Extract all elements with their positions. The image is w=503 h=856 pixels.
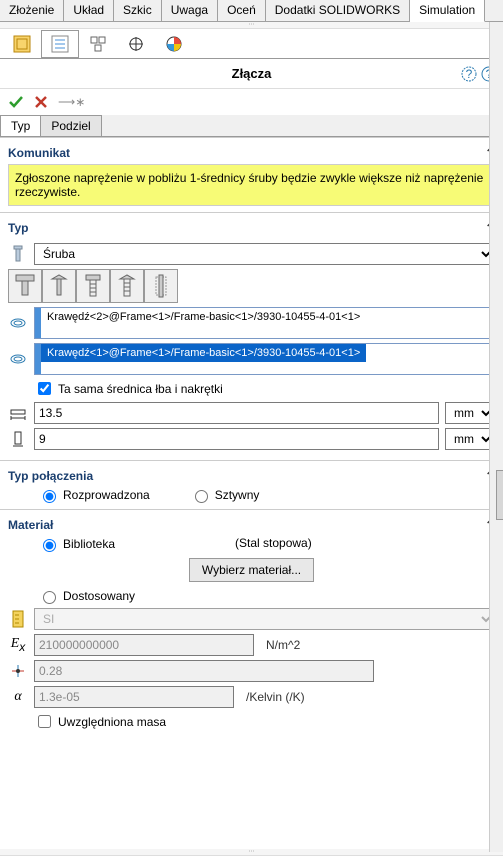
cancel-button[interactable] xyxy=(34,95,48,109)
alpha-symbol: α xyxy=(8,689,28,705)
svg-text:?: ? xyxy=(466,67,473,81)
tab-uklad[interactable]: Układ xyxy=(64,0,114,21)
tab-zlozenie[interactable]: Złożenie xyxy=(0,0,64,21)
feature-manager-icon[interactable] xyxy=(3,30,41,58)
alpha-input xyxy=(34,686,234,708)
units-icon xyxy=(8,610,28,628)
shank-diameter-input[interactable] xyxy=(34,428,439,450)
bolt-type-4[interactable] xyxy=(110,269,144,303)
content-scroll[interactable]: Komunikat ⌃ Zgłoszone naprężenie w pobli… xyxy=(0,137,503,849)
section-title: Komunikat xyxy=(8,146,70,160)
head-diameter-input[interactable] xyxy=(34,402,439,424)
include-mass-input[interactable] xyxy=(38,715,51,728)
head-diameter-icon xyxy=(8,404,28,422)
section-title: Typ połączenia xyxy=(8,469,93,483)
section-komunikat: Komunikat ⌃ Zgłoszone naprężenie w pobli… xyxy=(0,137,503,212)
manager-tabs xyxy=(0,29,503,59)
nu-input xyxy=(34,660,374,682)
unit-system-select: SI xyxy=(34,608,495,630)
pin-button[interactable]: ⟶∗ xyxy=(58,95,85,109)
warning-message: Zgłoszone naprężenie w pobliżu 1-średnic… xyxy=(8,164,495,206)
include-mass-checkbox[interactable]: Uwzględniona masa xyxy=(34,712,166,731)
same-diameter-checkbox[interactable]: Ta sama średnica łba i nakrętki xyxy=(34,379,223,398)
alpha-unit: /Kelvin (/K) xyxy=(246,690,305,704)
right-flyout-strip[interactable] xyxy=(489,22,503,852)
bolt-type-3[interactable] xyxy=(76,269,110,303)
property-manager-icon[interactable] xyxy=(41,30,79,58)
unit-select-2[interactable]: mm xyxy=(445,428,495,450)
ok-button[interactable] xyxy=(8,94,24,110)
help-ext-icon[interactable]: ? xyxy=(461,66,477,82)
radio-custom[interactable]: Dostosowany xyxy=(38,588,495,604)
tab-szkic[interactable]: Szkic xyxy=(114,0,162,21)
section-material: Materiał ⌃ Biblioteka (Stal stopowa) Wyb… xyxy=(0,509,503,741)
display-manager-icon[interactable] xyxy=(155,30,193,58)
section-title: Materiał xyxy=(8,518,53,532)
same-diameter-label: Ta sama średnica łba i nakrętki xyxy=(58,382,223,396)
section-conn-type: Typ połączenia ⌃ Rozprowadzona Sztywny xyxy=(0,460,503,509)
bolt-type-1[interactable] xyxy=(8,269,42,303)
edge-item[interactable]: Krawędź<2>@Frame<1>/Frame-basic<1>/3930-… xyxy=(41,308,366,326)
section-title: Typ xyxy=(8,221,28,235)
subtabs: Typ Podziel xyxy=(0,115,503,137)
bolt-type-2[interactable] xyxy=(42,269,76,303)
section-header-typ[interactable]: Typ ⌃ xyxy=(8,217,495,239)
edge-selection-2[interactable]: Krawędź<1>@Frame<1>/Frame-basic<1>/3930-… xyxy=(34,343,495,375)
section-header-conn-type[interactable]: Typ połączenia ⌃ xyxy=(8,465,495,487)
section-typ: Typ ⌃ Śruba Krawędź<2>@Frame<1>/Frame-ba… xyxy=(0,212,503,460)
ex-input xyxy=(34,634,254,656)
bolt-icon xyxy=(8,245,28,263)
edge-ring-icon xyxy=(8,314,28,332)
connector-type-select[interactable]: Śruba xyxy=(34,243,495,265)
tab-uwaga[interactable]: Uwaga xyxy=(162,0,218,21)
drag-handle-bottom[interactable]: ⋯ xyxy=(0,849,503,856)
section-header-komunikat[interactable]: Komunikat ⌃ xyxy=(8,142,495,164)
shank-diameter-icon xyxy=(8,430,28,448)
choose-material-button[interactable]: Wybierz materiał... xyxy=(189,558,314,582)
command-tabs: Złożenie Układ Szkic Uwaga Oceń Dodatki … xyxy=(0,0,503,22)
dimxpert-icon[interactable] xyxy=(117,30,155,58)
section-header-material[interactable]: Materiał ⌃ xyxy=(8,514,495,536)
edge-ring-icon xyxy=(8,350,28,368)
edge-selection-1[interactable]: Krawędź<2>@Frame<1>/Frame-basic<1>/3930-… xyxy=(34,307,495,339)
ex-symbol: Ex xyxy=(8,636,28,654)
right-resize-handle[interactable] xyxy=(496,470,503,520)
radio-library[interactable]: Biblioteka xyxy=(38,536,115,552)
same-diameter-input[interactable] xyxy=(38,382,51,395)
subtab-podziel[interactable]: Podziel xyxy=(40,115,101,136)
panel-title: Złącza xyxy=(232,66,272,81)
material-name: (Stal stopowa) xyxy=(235,536,312,552)
radio-rigid[interactable]: Sztywny xyxy=(190,487,260,503)
bolt-type-buttons xyxy=(8,269,495,303)
drag-handle[interactable]: ⋯ xyxy=(0,22,503,29)
poisson-icon xyxy=(8,662,28,680)
unit-select-1[interactable]: mm xyxy=(445,402,495,424)
tab-simulation[interactable]: Simulation xyxy=(410,0,485,22)
radio-distributed[interactable]: Rozprowadzona xyxy=(38,487,150,503)
ex-unit: N/m^2 xyxy=(266,638,300,652)
include-mass-label: Uwzględniona masa xyxy=(58,715,166,729)
tab-dodatki[interactable]: Dodatki SOLIDWORKS xyxy=(266,0,410,21)
action-row: ⟶∗ xyxy=(0,89,503,115)
bolt-type-5[interactable] xyxy=(144,269,178,303)
config-manager-icon[interactable] xyxy=(79,30,117,58)
panel-title-row: Złącza ? ? xyxy=(0,59,503,89)
edge-item[interactable]: Krawędź<1>@Frame<1>/Frame-basic<1>/3930-… xyxy=(41,344,366,362)
subtab-typ[interactable]: Typ xyxy=(0,115,41,136)
tab-ocen[interactable]: Oceń xyxy=(218,0,266,21)
